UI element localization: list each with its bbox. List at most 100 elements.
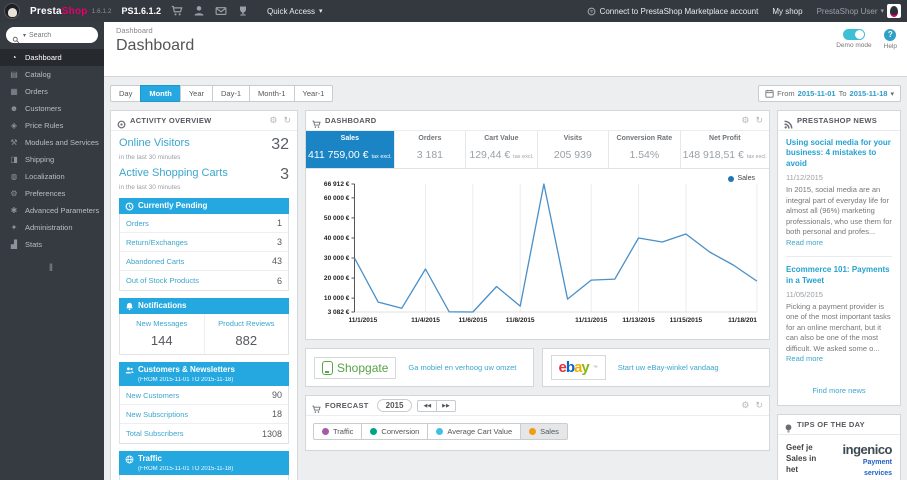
kpi-tab-net-profit[interactable]: Net Profit 148 918,51 € tax excl. — [681, 131, 769, 168]
page-header: Dashboard Dashboard Demo mode ? Help — [104, 22, 907, 77]
list-item-orders[interactable]: Orders 1 — [120, 214, 288, 233]
sidebar-collapse-button[interactable]: ‖ — [0, 263, 104, 274]
news-article-excerpt: Picking a payment provider is one of the… — [786, 301, 891, 364]
news-article-title[interactable]: Using social media for your business: 4 … — [786, 138, 892, 169]
list-item-new-subscriptions[interactable]: New Subscriptions 18 — [120, 405, 288, 424]
list-item-total-subscribers[interactable]: Total Subscribers 1308 — [120, 424, 288, 443]
forecast-legend-average-cart-value[interactable]: Average Cart Value — [427, 423, 521, 440]
avatar — [887, 4, 901, 18]
sidebar-item-orders[interactable]: ▦ Orders — [0, 83, 104, 100]
forecast-prev-button[interactable]: ◀◀ — [417, 399, 437, 412]
sidebar-item-label: Localization — [25, 172, 65, 181]
sidebar-item-dashboard[interactable]: ◔ Dashboard — [0, 49, 104, 66]
svg-text:40 000 €: 40 000 € — [324, 235, 350, 242]
gear-icon[interactable]: ⚙ — [269, 116, 277, 125]
forecast-legend-traffic[interactable]: Traffic — [313, 423, 362, 440]
notification-new-messages[interactable]: New Messages 144 — [120, 314, 204, 354]
ebay-logo: ebay ™ — [550, 355, 606, 380]
kpi-tab-visits[interactable]: Visits 205 939 — [538, 131, 610, 168]
kpi-tab-orders[interactable]: Orders 3 181 — [395, 131, 467, 168]
list-item-out-of-stock-products[interactable]: Out of Stock Products 6 — [120, 271, 288, 290]
preferences-icon: ⚙ — [10, 189, 18, 198]
online-visitors-link[interactable]: Online Visitors — [119, 137, 190, 149]
clock-icon — [125, 202, 134, 211]
sidebar-search[interactable]: ▾ — [6, 27, 98, 43]
legend-dot-icon — [728, 175, 735, 182]
cart-icon[interactable] — [171, 5, 183, 17]
customer-icon[interactable] — [193, 5, 205, 17]
sidebar: ▾ ◔ Dashboard ▤ Catalog ▦ Orders ☻ Customers ◈ Pr… — [0, 22, 104, 480]
shopgate-logo: Shopgate — [314, 356, 397, 379]
row-label: New Subscriptions — [126, 409, 189, 419]
svg-text:11/1/2015: 11/1/2015 — [348, 317, 377, 324]
quick-access-menu[interactable]: Quick Access ▾ — [267, 7, 323, 16]
shop-name[interactable]: PS1.6.1.2 — [121, 6, 161, 16]
refresh-icon[interactable]: ↻ — [755, 116, 763, 125]
forecast-panel: FORECAST 2015 ◀◀ ▶▶ ⚙ ↻ Traffic Conversion… — [305, 395, 770, 451]
date-range-picker[interactable]: From 2015-11-01 To 2015-11-18 ▾ — [758, 85, 901, 102]
help-button[interactable]: ? — [884, 29, 897, 41]
trophy-icon[interactable] — [237, 5, 249, 17]
user-menu[interactable]: PrestaShop User ▾ — [817, 4, 901, 18]
kpi-tab-cart-value[interactable]: Cart Value 129,44 € tax excl. — [466, 131, 538, 168]
sidebar-item-advanced-parameters[interactable]: ✱ Advanced Parameters — [0, 202, 104, 219]
news-article-title[interactable]: Ecommerce 101: Payments in a Tweet — [786, 265, 892, 286]
range-button-year[interactable]: Year — [179, 85, 212, 102]
active-carts-link[interactable]: Active Shopping Carts — [119, 167, 228, 179]
brand-version: 1.6.1.2 — [91, 7, 112, 15]
range-button-day-1[interactable]: Day-1 — [212, 85, 250, 102]
range-button-month[interactable]: Month — [140, 85, 180, 102]
my-shop-link[interactable]: My shop — [772, 7, 802, 16]
forecast-next-button[interactable]: ▶▶ — [436, 399, 456, 412]
notification-product-reviews[interactable]: Product Reviews 882 — [203, 314, 289, 354]
search-scope-caret[interactable]: ▾ — [23, 32, 26, 39]
range-button-year-1[interactable]: Year-1 — [293, 85, 334, 102]
range-button-day[interactable]: Day — [110, 85, 141, 102]
sidebar-item-catalog[interactable]: ▤ Catalog — [0, 66, 104, 83]
read-more-link[interactable]: Read more — [786, 238, 823, 247]
refresh-icon[interactable]: ↻ — [755, 401, 763, 410]
gear-icon[interactable]: ⚙ — [741, 116, 749, 125]
cell-label: Product Reviews — [218, 319, 275, 328]
online-visitors-value: 32 — [271, 136, 289, 153]
sidebar-item-price-rules[interactable]: ◈ Price Rules — [0, 117, 104, 134]
news-article: Using social media for your business: 4 … — [786, 138, 892, 256]
shopgate-link[interactable]: Ga mobiel en verhoog uw omzet — [408, 363, 516, 372]
forecast-legend-sales[interactable]: Sales — [520, 423, 568, 440]
breadcrumb: Dashboard — [116, 26, 153, 35]
list-item-new-customers[interactable]: New Customers 90 — [120, 386, 288, 405]
row-value: 6 — [276, 275, 282, 286]
sidebar-item-stats[interactable]: ▟ Stats — [0, 236, 104, 253]
price-rules-icon: ◈ — [10, 121, 18, 130]
forecast-legend-conversion[interactable]: Conversion — [361, 423, 428, 440]
mail-icon[interactable] — [215, 5, 227, 17]
search-input[interactable] — [29, 31, 88, 39]
bell-icon — [125, 302, 134, 311]
news-article-excerpt: In 2015, social media are an integral pa… — [786, 185, 892, 247]
refresh-icon[interactable]: ↻ — [283, 116, 291, 125]
sidebar-item-customers[interactable]: ☻ Customers — [0, 100, 104, 117]
orders-icon: ▦ — [10, 87, 18, 96]
find-more-news-link[interactable]: Find more news — [778, 380, 900, 405]
sidebar-item-preferences[interactable]: ⚙ Preferences — [0, 185, 104, 202]
ebay-link[interactable]: Start uw eBay-winkel vandaag — [618, 363, 719, 372]
gear-icon[interactable]: ⚙ — [741, 401, 749, 410]
administration-icon: ✦ — [10, 223, 18, 232]
sidebar-item-label: Advanced Parameters — [25, 206, 100, 215]
sidebar-item-modules-and-services[interactable]: ⚒ Modules and Services — [0, 134, 104, 151]
demo-mode-toggle[interactable] — [842, 29, 865, 40]
sidebar-item-administration[interactable]: ✦ Administration — [0, 219, 104, 236]
sidebar-item-localization[interactable]: ◍ Localization — [0, 168, 104, 185]
chart-legend[interactable]: Sales — [728, 175, 755, 182]
kpi-tab-sales[interactable]: Sales 411 759,00 € tax excl. — [306, 131, 395, 168]
legend-dot-icon — [529, 428, 537, 435]
range-button-month-1[interactable]: Month-1 — [249, 85, 294, 102]
read-more-link[interactable]: Read more — [786, 354, 823, 363]
marketplace-link[interactable]: Connect to PrestaShop Marketplace accoun… — [587, 7, 758, 16]
sidebar-item-shipping[interactable]: ◨ Shipping — [0, 151, 104, 168]
svg-text:10 000 €: 10 000 € — [324, 295, 350, 302]
page-title: Dashboard — [116, 37, 195, 54]
kpi-tab-conversion-rate[interactable]: Conversion Rate 1.54% — [609, 131, 681, 168]
list-item-return-exchanges[interactable]: Return/Exchanges 3 — [120, 233, 288, 252]
list-item-abandoned-carts[interactable]: Abandoned Carts 43 — [120, 252, 288, 271]
